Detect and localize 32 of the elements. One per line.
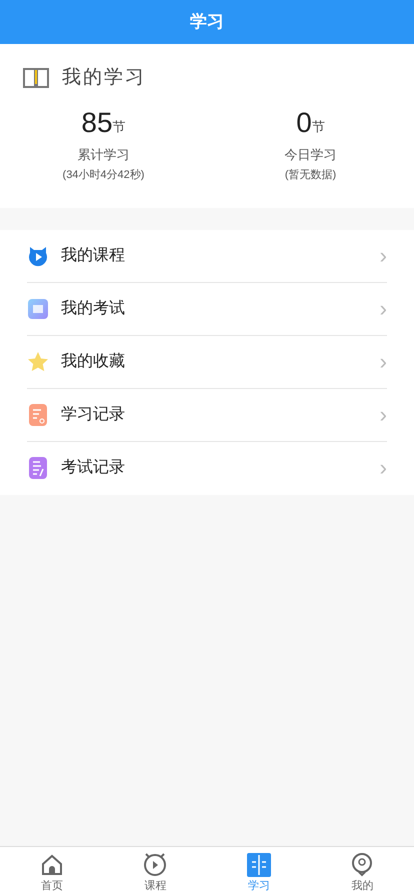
menu-item[interactable]: 考试记录 bbox=[61, 456, 380, 480]
stat-label: 今日学习 bbox=[284, 146, 336, 164]
stat-note: (暂无数据) bbox=[284, 168, 336, 183]
tab-bar-item[interactable]: 我的 bbox=[310, 847, 414, 896]
chevron-icon: › bbox=[380, 404, 387, 426]
menu-item[interactable]: 我的考试 bbox=[61, 296, 380, 320]
stat-unit: 节 bbox=[112, 118, 126, 136]
chevron-icon: › bbox=[380, 457, 387, 479]
stat-note: (34小时4分42秒) bbox=[62, 168, 144, 183]
section-title: 我的学习 bbox=[62, 66, 146, 90]
menu-item[interactable]: 我的收藏 bbox=[61, 350, 380, 374]
tab-bar-item[interactable]: 课程 bbox=[104, 847, 207, 896]
book-icon bbox=[246, 852, 271, 876]
stat-unit: 节 bbox=[312, 118, 325, 136]
chevron-icon: › bbox=[380, 298, 387, 320]
home-icon bbox=[40, 852, 64, 876]
score-sheet-icon bbox=[29, 457, 47, 479]
chevron-icon: › bbox=[380, 350, 387, 372]
menu-item[interactable]: 学习记录 bbox=[61, 402, 380, 426]
stat-value: 0 bbox=[296, 106, 312, 138]
star-icon bbox=[27, 351, 49, 372]
book-icon bbox=[22, 66, 50, 90]
chevron-icon: › bbox=[380, 244, 387, 266]
stat-label: 累计学习 bbox=[78, 146, 130, 164]
document-icon bbox=[29, 404, 47, 426]
note-icon bbox=[28, 298, 48, 318]
tab-bar-item[interactable]: 首页 bbox=[0, 847, 104, 896]
play-circle-icon bbox=[142, 850, 168, 876]
stat-value: 85 bbox=[81, 106, 113, 138]
menu-item[interactable]: 我的课程 bbox=[61, 244, 380, 268]
header-title: 学习 bbox=[190, 11, 224, 34]
play-badge-icon bbox=[27, 244, 49, 266]
